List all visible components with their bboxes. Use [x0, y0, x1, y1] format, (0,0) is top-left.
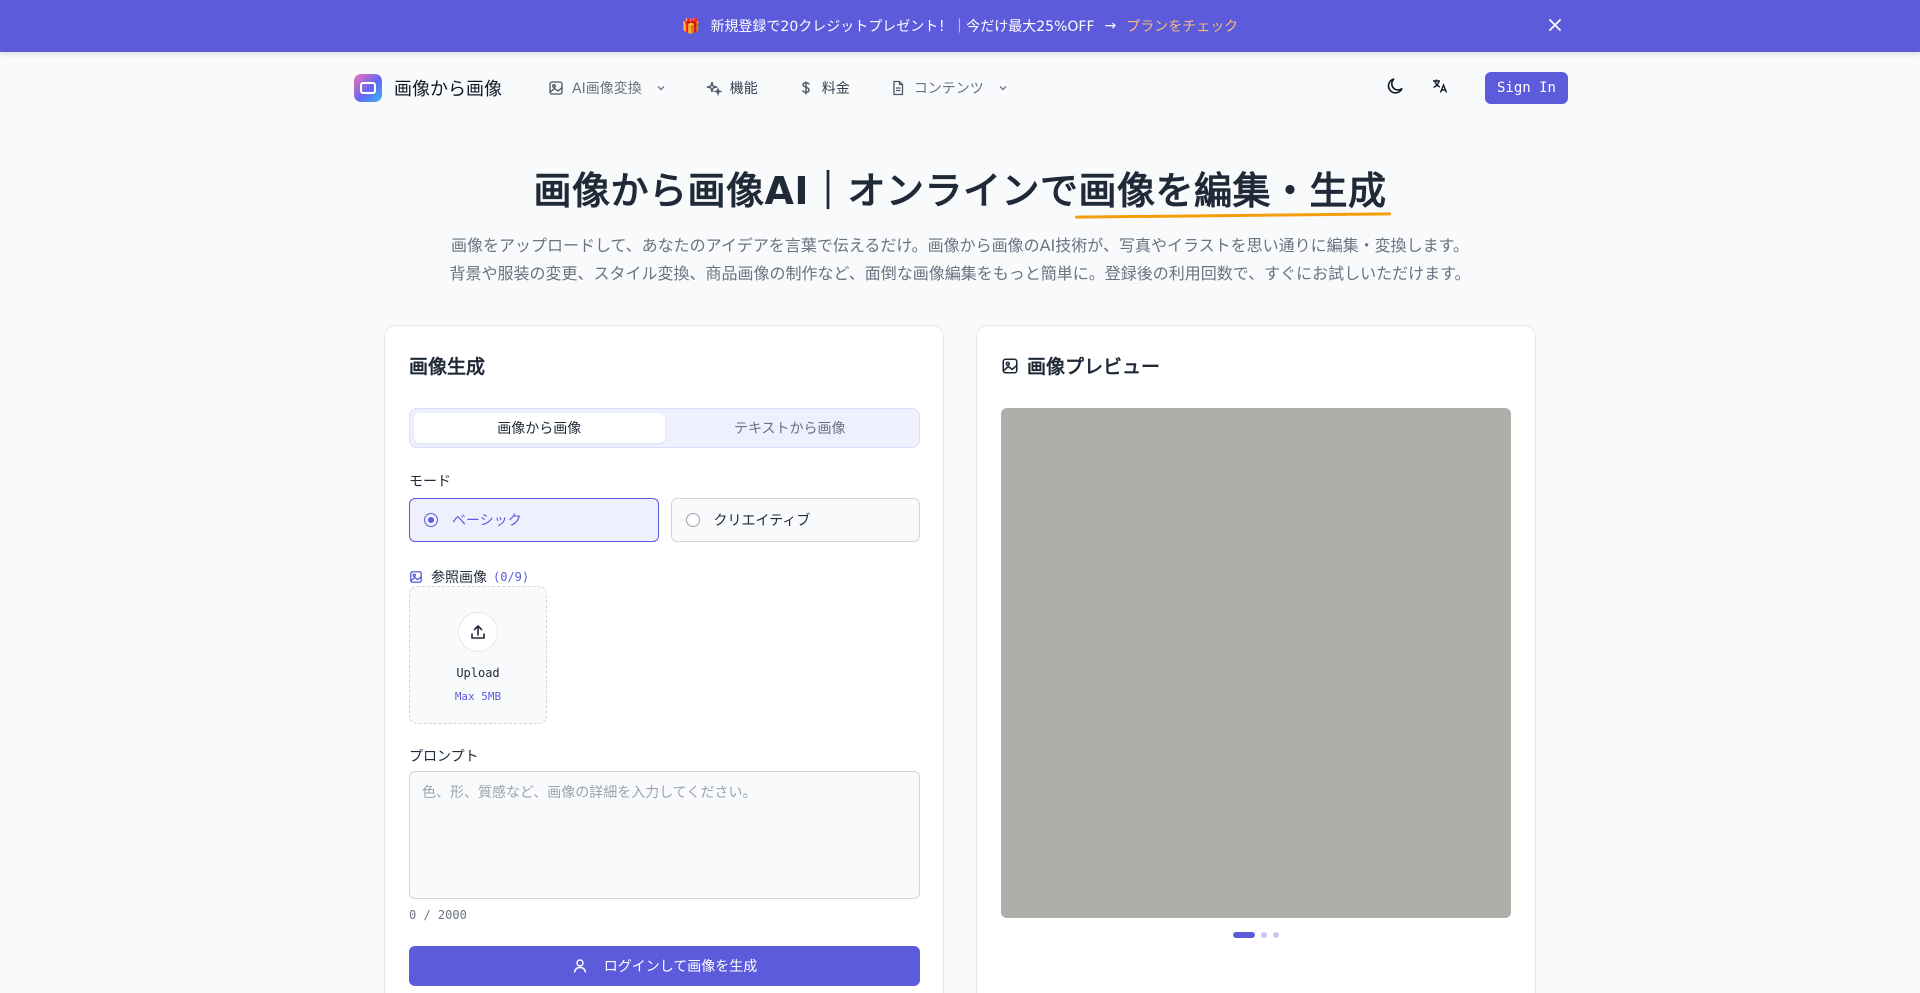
page-subtitle: 画像をアップロードして、あなたのアイデアを言葉で伝えるだけ。画像から画像のAI技…	[0, 232, 1920, 288]
brand-name[interactable]: 画像から画像	[394, 75, 502, 101]
banner-plan-link[interactable]: プランをチェック	[1126, 16, 1238, 36]
nav-item-ai-convert[interactable]: AI画像変換	[548, 78, 666, 98]
prompt-label: プロンプト	[409, 749, 479, 765]
mode-label-text: クリエイティブ	[713, 513, 811, 529]
reference-label-text: 参照画像	[431, 570, 487, 586]
mode-label: モード	[409, 474, 451, 490]
title-plain: 画像から画像AI｜オンラインで	[533, 169, 1079, 213]
character-counter: 0 / 2000	[409, 908, 467, 922]
close-icon[interactable]	[1544, 14, 1566, 36]
upload-limit: Max 5MB	[454, 690, 502, 703]
carousel-dots	[977, 932, 1535, 938]
nav-item-content[interactable]: コンテンツ	[890, 78, 1008, 98]
carousel-dot[interactable]	[1261, 932, 1267, 938]
language-button[interactable]	[1425, 73, 1455, 103]
dollar-icon	[798, 80, 814, 96]
login-generate-button[interactable]: ログインして画像を生成	[409, 946, 920, 986]
chevron-down-icon	[998, 83, 1008, 93]
mode-label-text: ベーシック	[452, 513, 522, 529]
upload-dropzone[interactable]: Upload Max 5MB	[409, 586, 547, 724]
page-title: 画像から画像AI｜オンラインで画像を編集・生成	[0, 160, 1920, 215]
preview-card: 画像プレビュー	[976, 325, 1536, 993]
carousel-dot[interactable]	[1233, 932, 1255, 938]
radio-icon	[424, 513, 438, 527]
generate-button-label: ログインして画像を生成	[603, 959, 758, 975]
image-icon	[1001, 357, 1019, 375]
nav-item-label: AI画像変換	[572, 81, 642, 97]
subtitle-line: 背景や服装の変更、スタイル変換、商品画像の制作など、面倒な画像編集をもっと簡単に…	[449, 264, 1471, 283]
preview-title-text: 画像プレビュー	[1027, 356, 1161, 378]
translate-icon	[1431, 77, 1449, 99]
nav-item-label: 料金	[821, 81, 850, 97]
nav-item-pricing[interactable]: 料金	[798, 78, 850, 98]
reference-image-label: 参照画像 (0/9)	[409, 567, 529, 587]
generator-card: 画像生成 画像から画像 テキストから画像 モード ベーシック クリエイティブ 参…	[384, 325, 944, 993]
sparkles-icon	[706, 80, 722, 96]
image-icon	[548, 80, 564, 96]
title-highlight: 画像を編集・生成	[1079, 160, 1387, 215]
user-icon	[572, 958, 588, 974]
carousel-dot[interactable]	[1273, 932, 1279, 938]
gift-icon: 🎁	[681, 17, 701, 35]
preview-image	[1001, 408, 1511, 918]
upload-icon	[458, 612, 498, 652]
moon-icon	[1386, 76, 1406, 100]
subtitle-line: 画像をアップロードして、あなたのアイデアを言葉で伝えるだけ。画像から画像のAI技…	[450, 236, 1470, 255]
tab-text-to-image[interactable]: テキストから画像	[665, 413, 916, 443]
generator-title: 画像生成	[409, 356, 486, 378]
mode-options: ベーシック クリエイティブ	[409, 498, 920, 542]
arrow-right-icon: →	[1104, 18, 1117, 34]
top-nav: 画像から画像 AI画像変換 機能 料金 コンテンツ Sign In	[354, 70, 1568, 106]
nav-item-label: コンテンツ	[913, 81, 984, 97]
radio-icon	[685, 513, 700, 527]
sign-in-button[interactable]: Sign In	[1484, 72, 1568, 104]
tab-image-to-image[interactable]: 画像から画像	[414, 413, 665, 443]
chevron-down-icon	[656, 83, 666, 93]
generation-tabs: 画像から画像 テキストから画像	[409, 408, 920, 448]
promo-banner: 🎁 新規登録で20クレジットプレゼント！｜今だけ最大25%OFF → プランをチ…	[0, 0, 1920, 52]
banner-text: 新規登録で20クレジットプレゼント！｜今だけ最大25%OFF	[710, 19, 1095, 35]
image-icon	[409, 570, 423, 584]
preview-title: 画像プレビュー	[1001, 352, 1160, 379]
mode-basic-option[interactable]: ベーシック	[409, 498, 659, 542]
prompt-input[interactable]	[409, 771, 920, 899]
logo-icon[interactable]	[354, 74, 382, 102]
nav-item-features[interactable]: 機能	[706, 78, 758, 98]
dark-mode-toggle[interactable]	[1381, 73, 1411, 103]
reference-count: (0/9)	[493, 570, 530, 584]
nav-item-label: 機能	[729, 81, 758, 97]
mode-creative-option[interactable]: クリエイティブ	[670, 498, 920, 542]
upload-label: Upload	[456, 666, 500, 680]
document-icon	[890, 80, 906, 96]
